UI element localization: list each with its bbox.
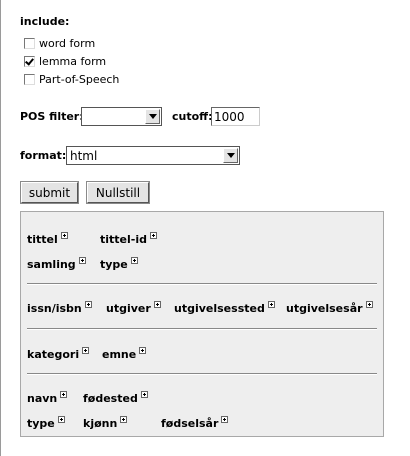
lemma-form-label: lemma form [39,54,107,68]
part-of-speech-label: Part-of-Speech [39,72,120,86]
plus-icon[interactable] [82,347,90,354]
field-label: utgivelsessted [174,302,265,315]
plus-icon[interactable] [84,301,92,308]
field-tittel-id[interactable]: tittel-id [100,232,157,246]
plus-icon[interactable] [60,232,68,239]
field-label: utgiver [106,302,151,315]
field-label: issn/isbn [27,302,82,315]
field-navn[interactable]: navn [27,391,68,405]
field-label: tittel [27,233,58,246]
field-kjonn[interactable]: kjønn [83,416,128,430]
plus-icon[interactable] [140,391,148,398]
cutoff-input[interactable]: 1000 [211,107,260,126]
field-label: samling [27,258,76,271]
cutoff-label: cutoff: [172,110,213,123]
format-value: html [70,148,98,163]
field-label: type [27,417,55,430]
query-options-page: include: word form lemma form Part-of-Sp… [0,0,410,456]
field-label: fødselsår [161,417,219,430]
chevron-down-icon[interactable] [145,109,160,124]
plus-icon[interactable] [221,416,229,423]
divider [27,373,377,375]
plus-icon[interactable] [139,347,147,354]
field-tittel[interactable]: tittel [27,232,68,246]
field-person-type[interactable]: type [27,416,65,430]
submit-button[interactable]: submit [20,181,79,204]
option-lemma-form[interactable]: lemma form [24,54,106,68]
field-fodselsar[interactable]: fødselsår [161,416,229,430]
format-label: format: [20,149,67,162]
field-emne[interactable]: emne [102,347,147,361]
pos-filter-label: POS filter: [20,110,84,123]
plus-icon[interactable] [267,301,275,308]
plus-icon[interactable] [150,232,157,239]
plus-icon[interactable] [60,391,68,398]
field-label: navn [27,392,58,405]
format-select[interactable]: html [66,146,240,165]
word-form-label: word form [39,36,96,50]
field-label: emne [102,348,137,361]
include-title: include: [20,15,70,28]
pos-filter-select[interactable] [81,107,162,126]
option-word-form[interactable]: word form [24,36,95,50]
field-label: utgivelsesår [286,302,363,315]
field-type[interactable]: type [100,257,138,271]
plus-icon[interactable] [57,416,65,423]
field-utgivelsesar[interactable]: utgivelsesår [286,301,373,315]
option-part-of-speech[interactable]: Part-of-Speech [24,72,119,86]
field-label: kategori [27,348,80,361]
divider [27,328,377,330]
metadata-panel: tittel tittel-id samling type issn/isbn … [20,211,384,437]
field-label: fødested [83,392,138,405]
field-label: kjønn [83,417,118,430]
part-of-speech-checkbox[interactable] [24,73,35,85]
field-samling[interactable]: samling [27,257,86,271]
plus-icon[interactable] [365,301,373,308]
field-utgiver[interactable]: utgiver [106,301,161,315]
lemma-form-checkbox[interactable] [24,55,35,67]
plus-icon[interactable] [130,257,138,264]
reset-button[interactable]: Nullstill [86,181,150,204]
field-kategori[interactable]: kategori [27,347,90,361]
plus-icon[interactable] [120,416,128,423]
field-label: type [100,258,128,271]
divider [27,283,377,285]
field-label: tittel-id [100,233,147,246]
chevron-down-icon[interactable] [223,148,238,163]
plus-icon[interactable] [78,257,86,264]
field-fodested[interactable]: fødested [83,391,148,405]
plus-icon[interactable] [153,301,161,308]
word-form-checkbox[interactable] [24,37,35,49]
field-issn-isbn[interactable]: issn/isbn [27,301,92,315]
field-utgivelsessted[interactable]: utgivelsessted [174,301,275,315]
